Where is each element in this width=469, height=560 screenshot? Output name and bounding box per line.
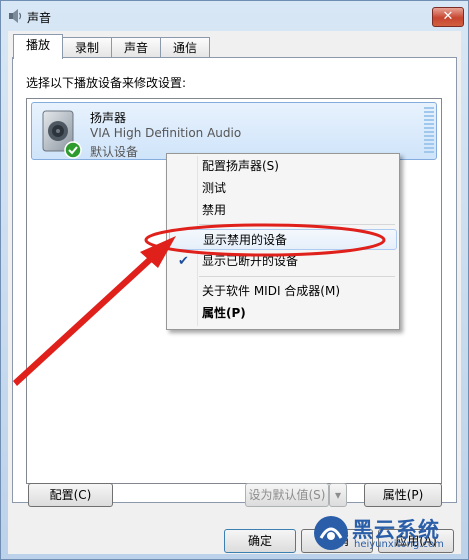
watermark-url: heiyunxitong.com — [354, 539, 444, 550]
title-bar[interactable]: 声音 ✕ — [1, 1, 468, 31]
configure-button[interactable]: 配置(C) — [28, 483, 113, 507]
tab-recording[interactable]: 录制 — [62, 37, 112, 58]
volume-meter — [424, 107, 434, 155]
set-default-button[interactable]: 设为默认值(S) — [245, 483, 329, 507]
window-title: 声音 — [27, 11, 52, 25]
context-menu: 配置扬声器(S) 测试 禁用 显示禁用的设备 ✔ 显示已断开的设备 关于软件 M… — [166, 153, 400, 330]
set-default-dropdown[interactable]: ▾ — [329, 483, 347, 507]
properties-button[interactable]: 属性(P) — [364, 483, 442, 507]
menu-item-configure-speakers[interactable]: 配置扬声器(S) — [169, 156, 397, 177]
tab-playback[interactable]: 播放 — [13, 34, 63, 59]
default-check-icon — [64, 141, 82, 159]
device-item-speakers[interactable]: 扬声器 VIA High Definition Audio 默认设备 — [31, 102, 437, 160]
device-status: 默认设备 — [90, 145, 139, 159]
instruction-text: 选择以下播放设备来修改设置: — [26, 76, 187, 90]
speaker-icon — [9, 9, 22, 23]
menu-item-disable[interactable]: 禁用 — [169, 200, 397, 221]
close-icon: ✕ — [442, 9, 454, 24]
menu-item-show-disabled-devices[interactable]: 显示禁用的设备 — [169, 229, 397, 250]
tab-communications[interactable]: 通信 — [160, 37, 210, 58]
chevron-down-icon: ▾ — [334, 488, 342, 502]
menu-item-show-disconnected-devices[interactable]: ✔ 显示已断开的设备 — [169, 251, 397, 272]
device-name: 扬声器 — [90, 111, 127, 125]
ok-button[interactable]: 确定 — [224, 529, 296, 553]
menu-item-test[interactable]: 测试 — [169, 178, 397, 199]
menu-item-about-midi[interactable]: 关于软件 MIDI 合成器(M) — [169, 281, 397, 302]
check-icon: ✔ — [178, 254, 189, 269]
watermark-logo-icon — [314, 516, 348, 550]
menu-separator — [199, 224, 395, 225]
menu-separator — [199, 276, 395, 277]
watermark: 黑云系统 heiyunxitong.com — [312, 514, 466, 556]
device-driver: VIA High Definition Audio — [90, 126, 242, 140]
tab-sounds[interactable]: 声音 — [111, 37, 161, 58]
menu-item-properties[interactable]: 属性(P) — [169, 303, 397, 324]
close-button[interactable]: ✕ — [432, 7, 464, 27]
